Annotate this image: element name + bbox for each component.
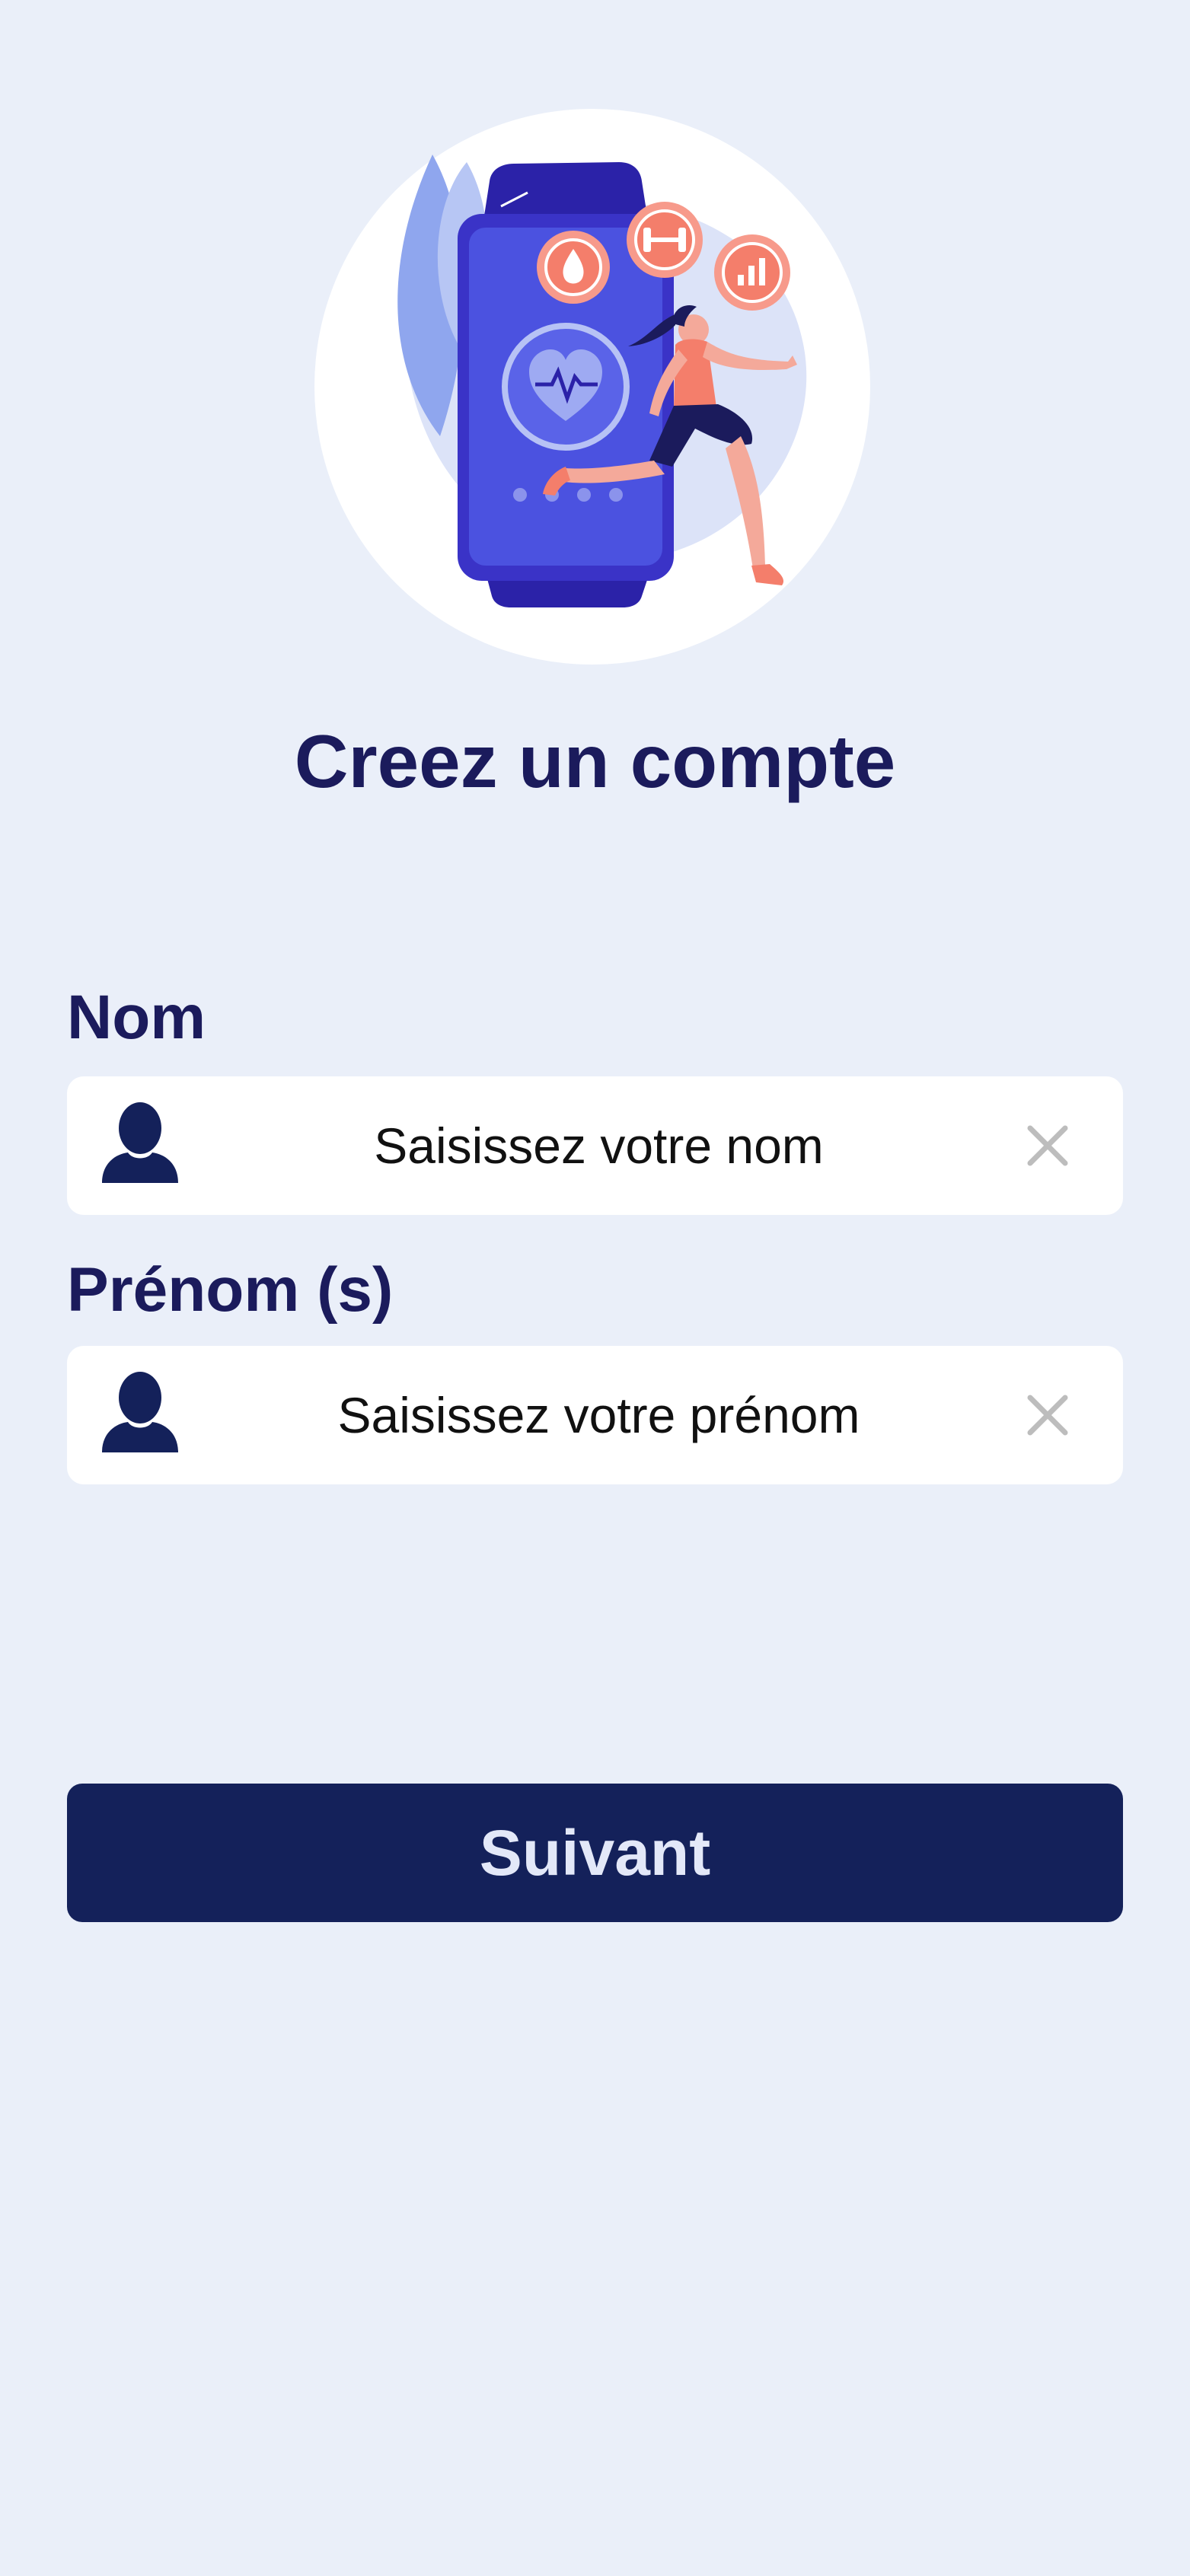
prenom-label: Prénom (s) xyxy=(67,1255,394,1325)
close-icon[interactable] xyxy=(1026,1393,1070,1437)
close-icon[interactable] xyxy=(1026,1124,1070,1168)
next-button[interactable]: Suivant xyxy=(67,1784,1123,1922)
user-icon xyxy=(102,1102,178,1183)
signup-screen: Creez un compte Nom Prénom (s) Suivant xyxy=(0,0,1190,2576)
nom-input[interactable] xyxy=(219,1076,978,1215)
fitness-illustration xyxy=(314,109,871,665)
user-icon xyxy=(102,1372,178,1452)
prenom-field[interactable] xyxy=(67,1346,1123,1484)
prenom-input[interactable] xyxy=(219,1346,978,1484)
nom-label: Nom xyxy=(67,983,206,1052)
nom-field[interactable] xyxy=(67,1076,1123,1215)
page-title: Creez un compte xyxy=(294,719,896,803)
